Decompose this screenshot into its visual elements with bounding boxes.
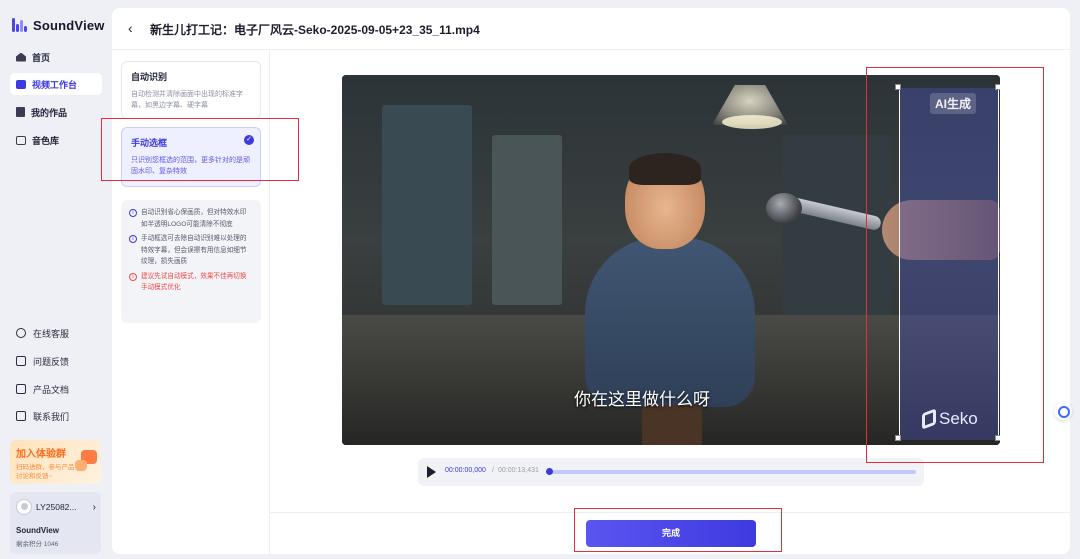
mode-title: 自动识别 <box>131 72 168 82</box>
user-points: 剩余积分 1046 <box>16 541 59 548</box>
sidebar-item-voice-library[interactable]: 音色库 <box>10 129 102 151</box>
sidebar-item-my-works[interactable]: 我的作品 <box>10 101 102 123</box>
sidebar-item-label: 我的作品 <box>31 107 68 118</box>
user-account-button[interactable]: LY25082... › <box>16 498 96 516</box>
selection-box[interactable] <box>899 88 999 440</box>
mode-option-manual[interactable]: 手动选框 只识别您框选的范围，更多针对的是顽固水印、复杂特效 ✓ <box>121 127 261 187</box>
support-item-label: 在线客服 <box>33 328 70 339</box>
divider <box>270 512 1070 513</box>
mode-option-auto[interactable]: 自动识别 自动检测并清除画面中出现的标准字幕，如黑边字幕、硬字幕 <box>121 61 261 119</box>
watermark-text: Seko <box>939 409 978 428</box>
resize-handle[interactable] <box>995 435 1000 441</box>
tip-item-warning: i 建议先试自动模式，效果不佳再切换手动模式优化 <box>129 271 253 294</box>
play-icon[interactable] <box>427 466 436 478</box>
sidebar-item-home[interactable]: 首页 <box>10 46 102 68</box>
headset-icon <box>16 328 26 338</box>
page-title: 新生儿打工记：电子厂风云-Seko-2025-09-05+23_35_11.mp… <box>150 23 480 37</box>
video-player-controls: 00:00:00,000 / 00:00:13,431 <box>418 458 924 486</box>
sidebar-item-label: 视频工作台 <box>32 79 78 90</box>
app-logo[interactable]: SoundView <box>12 16 105 34</box>
chat-bubble-icon <box>75 460 87 471</box>
sidebar-item-label: 首页 <box>32 52 51 63</box>
support-item-label: 联系我们 <box>33 411 70 422</box>
time-separator: / <box>492 467 494 474</box>
mail-icon <box>16 356 26 366</box>
mode-title: 手动选框 <box>131 138 168 148</box>
watermark: Seko <box>922 408 978 430</box>
promo-subtitle: 扫码进群，参与产品讨论和反馈~ <box>16 464 75 480</box>
support-item-online-service[interactable]: 在线客服 <box>10 323 102 343</box>
total-time: 00:00:13,431 <box>498 467 539 474</box>
avatar <box>16 499 32 515</box>
qrcode-icon <box>16 411 26 421</box>
warning-icon: i <box>129 272 137 281</box>
back-button[interactable]: ‹ <box>128 20 142 36</box>
tip-text: 自动识别省心保画质，但对特效水印如半透明LOGO可能清除不彻底 <box>141 209 247 228</box>
sidebar: SoundView 首页 视频工作台 我的作品 音色库 在线客服 问题反馈 产品… <box>0 0 108 559</box>
video-preview[interactable]: 你在这里做什么呀 AI生成 Seko <box>342 75 1000 445</box>
tip-item: i 手动框选可去除自动识别难以处理的特效字幕，但会误擦有用信息如细节纹理，损失画… <box>129 233 253 268</box>
tip-text: 建议先试自动模式，效果不佳再切换手动模式优化 <box>141 272 247 292</box>
support-item-label: 产品文档 <box>33 384 70 395</box>
floating-assistant-button[interactable] <box>1054 402 1072 420</box>
info-icon: i <box>129 235 137 243</box>
chevron-left-icon: ‹ <box>128 20 133 36</box>
info-icon: i <box>129 209 137 217</box>
check-circle-icon: ✓ <box>244 135 254 145</box>
page-header: ‹ 新生儿打工记：电子厂风云-Seko-2025-09-05+23_35_11.… <box>112 8 1070 50</box>
microphone <box>766 193 802 223</box>
voice-library-icon <box>16 135 26 145</box>
home-icon <box>16 52 26 62</box>
resize-handle[interactable] <box>895 435 901 441</box>
tip-text: 手动框选可去除自动识别难以处理的特效字幕，但会误擦有用信息如细节纹理，损失画质 <box>141 235 247 265</box>
mode-panel: 自动识别 自动检测并清除画面中出现的标准字幕，如黑边字幕、硬字幕 手动选框 只识… <box>112 50 270 554</box>
user-id: LY25082... <box>36 502 77 512</box>
soundview-logo-icon <box>12 16 28 34</box>
support-item-label: 问题反馈 <box>33 356 70 367</box>
video-workbench-icon <box>16 79 26 89</box>
current-time: 00:00:00,000 <box>445 467 486 474</box>
works-icon <box>16 107 25 117</box>
chevron-right-icon: › <box>92 501 96 513</box>
tip-item: i 自动识别省心保画质，但对特效水印如半透明LOGO可能清除不彻底 <box>129 207 253 230</box>
mode-description: 自动检测并清除画面中出现的标准字幕，如黑边字幕、硬字幕 <box>131 91 243 109</box>
user-plan-name: SoundView <box>16 526 59 535</box>
sidebar-item-label: 音色库 <box>32 135 60 146</box>
support-item-contact[interactable]: 联系我们 <box>10 406 102 426</box>
done-button[interactable]: 完成 <box>586 520 756 547</box>
seko-logo-icon <box>922 408 936 430</box>
video-subtitle: 你在这里做什么呀 <box>574 390 710 409</box>
sidebar-item-video-workbench[interactable]: 视频工作台 <box>10 73 102 95</box>
join-group-banner[interactable]: 加入体验群 扫码进群，参与产品讨论和反馈~ <box>10 440 101 484</box>
app-name: SoundView <box>33 17 105 33</box>
mode-description: 只识别您框选的范围，更多针对的是顽固水印、复杂特效 <box>131 157 250 175</box>
progress-bar[interactable] <box>546 468 916 475</box>
resize-handle[interactable] <box>895 84 901 90</box>
support-item-docs[interactable]: 产品文档 <box>10 379 102 399</box>
resize-handle[interactable] <box>995 84 1000 90</box>
tips-box: i 自动识别省心保画质，但对特效水印如半透明LOGO可能清除不彻底 i 手动框选… <box>121 200 261 323</box>
main-panel: ‹ 新生儿打工记：电子厂风云-Seko-2025-09-05+23_35_11.… <box>112 8 1070 554</box>
support-item-feedback[interactable]: 问题反馈 <box>10 351 102 371</box>
document-icon <box>16 384 26 394</box>
ai-generated-badge: AI生成 <box>930 93 977 114</box>
user-card: LY25082... › SoundView 剩余积分 1046 <box>10 492 101 554</box>
progress-handle[interactable] <box>546 468 553 475</box>
